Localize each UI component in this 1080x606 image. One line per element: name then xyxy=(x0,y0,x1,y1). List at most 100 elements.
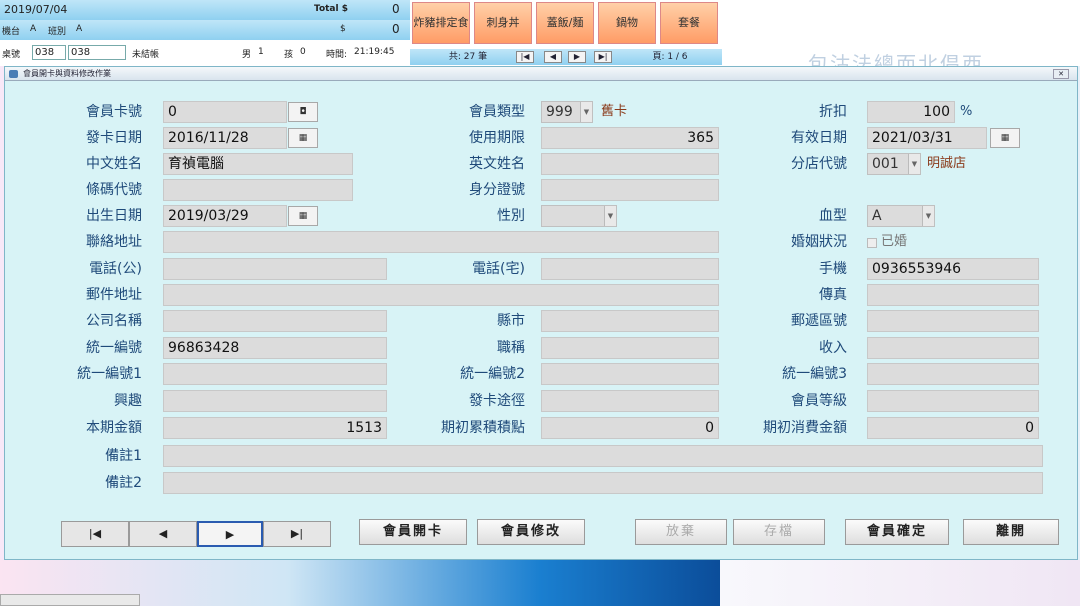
id-no-field[interactable] xyxy=(541,179,719,201)
job-title-field[interactable] xyxy=(541,337,719,359)
barcode-field[interactable] xyxy=(163,179,353,201)
child-label: 孩 xyxy=(284,50,294,60)
category-button-3[interactable]: 蓋飯/麵 xyxy=(536,2,594,44)
tax-id2-field[interactable] xyxy=(541,363,719,385)
label-note2: 備註2 xyxy=(105,475,142,491)
dialog-title: 會員開卡與資料修改作業 xyxy=(23,69,111,78)
page-indicator: 頁: 1 / 6 xyxy=(652,52,688,62)
label-city: 縣市 xyxy=(497,313,525,329)
label-branch-code: 分店代號 xyxy=(791,156,847,172)
tax-id3-field[interactable] xyxy=(867,363,1039,385)
save-button[interactable]: 存檔 xyxy=(733,519,825,545)
usage-period-field[interactable]: 365 xyxy=(541,127,719,149)
postal-code-field[interactable] xyxy=(867,310,1039,332)
initial-points-field[interactable]: 0 xyxy=(541,417,719,439)
pager-last-icon[interactable]: ▶| xyxy=(594,51,612,63)
calendar-icon[interactable]: ▦ xyxy=(990,128,1020,148)
category-button-1[interactable]: 炸豬排定食 xyxy=(412,2,470,44)
category-button-5[interactable]: 套餐 xyxy=(660,2,718,44)
income-field[interactable] xyxy=(867,337,1039,359)
tax-id-field[interactable]: 96863428 xyxy=(163,337,387,359)
machine-label: 機台 xyxy=(2,27,21,37)
gender-select[interactable]: ▼ xyxy=(541,205,617,227)
branch-name: 明誠店 xyxy=(927,156,967,171)
blood-type-select[interactable]: A ▼ xyxy=(867,205,935,227)
pager-next-icon[interactable]: ▶ xyxy=(568,51,586,63)
label-issue-date: 發卡日期 xyxy=(86,130,142,146)
dollar-value: 0 xyxy=(392,22,400,36)
shift-value: A xyxy=(76,24,83,34)
modify-member-button[interactable]: 會員修改 xyxy=(477,519,585,545)
leave-button[interactable]: 離開 xyxy=(963,519,1059,545)
note2-field[interactable] xyxy=(163,472,1043,494)
company-name-field[interactable] xyxy=(163,310,387,332)
label-job-title: 職稱 xyxy=(497,340,525,356)
married-checkbox[interactable] xyxy=(867,238,877,248)
nav-first-button[interactable]: |◀ xyxy=(61,521,129,547)
member-type-select[interactable]: 999 ▼ xyxy=(541,101,593,123)
pager-prev-icon[interactable]: ◀ xyxy=(544,51,562,63)
background-image-right xyxy=(720,560,1080,606)
label-chinese-name: 中文姓名 xyxy=(86,156,142,172)
english-name-field[interactable] xyxy=(541,153,719,175)
hobby-field[interactable] xyxy=(163,390,387,412)
discount-field[interactable]: 100 xyxy=(867,101,955,123)
expiry-date-field[interactable]: 2021/03/31 xyxy=(867,127,987,149)
card-search-icon[interactable]: ◘ xyxy=(288,102,318,122)
fax-field[interactable] xyxy=(867,284,1039,306)
pos-info-row1: 2019/07/04 Total $ 0 xyxy=(0,0,410,20)
branch-code-select[interactable]: 001 ▼ xyxy=(867,153,921,175)
birth-date-field[interactable]: 2019/03/29 xyxy=(163,205,287,227)
label-mail-address: 郵件地址 xyxy=(86,287,142,303)
calendar-icon[interactable]: ▦ xyxy=(288,128,318,148)
label-id-no: 身分證號 xyxy=(469,182,525,198)
period-amount-field[interactable]: 1513 xyxy=(163,417,387,439)
open-card-button[interactable]: 會員開卡 xyxy=(359,519,467,545)
contact-address-field[interactable] xyxy=(163,231,719,253)
bill-status: 未結帳 xyxy=(132,50,160,60)
mobile-field[interactable]: 0936553946 xyxy=(867,258,1039,280)
category-button-4[interactable]: 鍋物 xyxy=(598,2,656,44)
label-member-level: 會員等級 xyxy=(791,393,847,409)
dialog-title-bar: 會員開卡與資料修改作業 ✕ xyxy=(5,67,1077,81)
time-label: 時間: xyxy=(326,50,348,60)
card-channel-field[interactable] xyxy=(541,390,719,412)
category-button-2[interactable]: 刺身丼 xyxy=(474,2,532,44)
note1-field[interactable] xyxy=(163,445,1043,467)
minimized-window[interactable] xyxy=(0,594,140,606)
calendar-icon[interactable]: ▦ xyxy=(288,206,318,226)
phone-home-field[interactable] xyxy=(541,258,719,280)
shift-label: 班別 xyxy=(48,27,67,37)
dollar-label: $ xyxy=(340,24,346,34)
chevron-down-icon: ▼ xyxy=(604,206,616,226)
label-english-name: 英文姓名 xyxy=(469,156,525,172)
table-input-1[interactable]: 038 xyxy=(32,45,66,60)
label-contact-address: 聯絡地址 xyxy=(86,234,142,250)
label-initial-spend: 期初消費金額 xyxy=(763,420,847,436)
label-phone-home: 電話(宅) xyxy=(472,261,525,277)
discard-button[interactable]: 放棄 xyxy=(635,519,727,545)
blood-type-value: A xyxy=(872,208,882,224)
member-level-field[interactable] xyxy=(867,390,1039,412)
table-input-2[interactable]: 038 xyxy=(68,45,126,60)
initial-spend-field[interactable]: 0 xyxy=(867,417,1039,439)
city-field[interactable] xyxy=(541,310,719,332)
tax-id1-field[interactable] xyxy=(163,363,387,385)
pager-first-icon[interactable]: |◀ xyxy=(516,51,534,63)
label-note1: 備註1 xyxy=(105,448,142,464)
married-label: 已婚 xyxy=(881,234,908,249)
phone-office-field[interactable] xyxy=(163,258,387,280)
chinese-name-field[interactable]: 育禎電腦 xyxy=(163,153,353,175)
close-icon[interactable]: ✕ xyxy=(1053,69,1069,79)
card-no-field[interactable]: 0 xyxy=(163,101,287,123)
confirm-member-button[interactable]: 會員確定 xyxy=(845,519,949,545)
label-barcode: 條碼代號 xyxy=(86,182,142,198)
member-type-value: 999 xyxy=(546,104,573,120)
nav-last-button[interactable]: ▶| xyxy=(263,521,331,547)
issue-date-field[interactable]: 2016/11/28 xyxy=(163,127,287,149)
mail-address-field[interactable] xyxy=(163,284,719,306)
total-value: 0 xyxy=(392,2,400,16)
label-hobby: 興趣 xyxy=(114,393,142,409)
nav-prev-button[interactable]: ◀ xyxy=(129,521,197,547)
nav-next-button[interactable]: ▶ xyxy=(197,521,263,547)
